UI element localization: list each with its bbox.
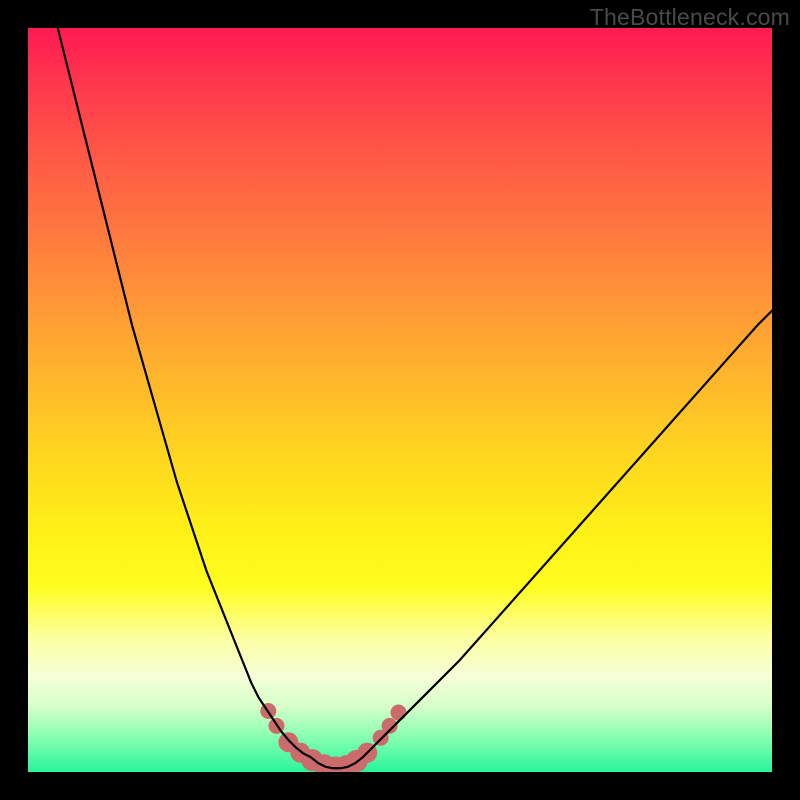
chart-frame: TheBottleneck.com: [0, 0, 800, 800]
valley-beads-group: [260, 703, 406, 772]
chart-plot-area: [28, 28, 772, 772]
watermark-text: TheBottleneck.com: [590, 4, 790, 31]
bottleneck-curve: [58, 28, 772, 768]
valley-bead: [391, 704, 407, 720]
chart-svg: [28, 28, 772, 772]
